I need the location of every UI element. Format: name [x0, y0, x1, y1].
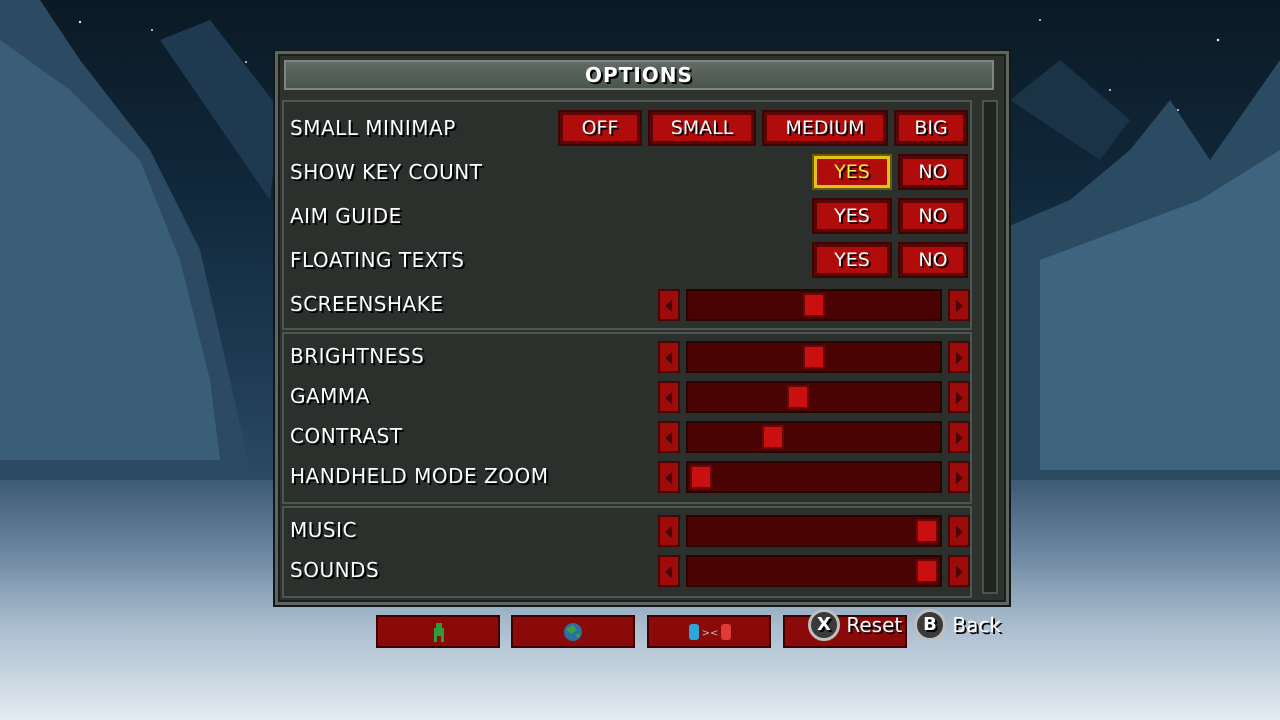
floating-no-button[interactable]: NO: [898, 242, 968, 278]
svg-text:><: ><: [702, 628, 719, 639]
back-label: Back: [952, 613, 1001, 637]
increase-arrow-icon[interactable]: [948, 461, 970, 493]
sounds-row: SOUNDS: [284, 552, 970, 588]
slider-track[interactable]: [686, 381, 942, 413]
slider-track[interactable]: [686, 289, 942, 321]
player-icon: [434, 623, 444, 642]
contrast-row: CONTRAST: [284, 418, 970, 454]
back-hint[interactable]: B Back: [914, 609, 1001, 641]
contrast-slider[interactable]: [658, 421, 970, 453]
slider-knob[interactable]: [690, 465, 712, 489]
gamma-row: GAMMA: [284, 378, 970, 414]
controller-icon: ><: [689, 624, 731, 640]
slider-track[interactable]: [686, 555, 942, 587]
options-title: OPTIONS: [284, 60, 994, 90]
decrease-arrow-icon[interactable]: [658, 421, 680, 453]
floating-label: FLOATING TEXTS: [290, 248, 465, 272]
floating-row: FLOATING TEXTS YES NO: [284, 242, 970, 278]
minimap-small-button[interactable]: SMALL: [648, 110, 756, 146]
slider-track[interactable]: [686, 341, 942, 373]
brightness-slider[interactable]: [658, 341, 970, 373]
gamma-slider[interactable]: [658, 381, 970, 413]
contrast-label: CONTRAST: [290, 424, 403, 448]
aim-yes-button[interactable]: YES: [812, 198, 892, 234]
b-button-icon: B: [914, 609, 946, 641]
decrease-arrow-icon[interactable]: [658, 461, 680, 493]
decrease-arrow-icon[interactable]: [658, 515, 680, 547]
tab-player[interactable]: [376, 615, 500, 648]
zoom-row: HANDHELD MODE ZOOM: [284, 458, 970, 494]
zoom-label: HANDHELD MODE ZOOM: [290, 464, 549, 488]
increase-arrow-icon[interactable]: [948, 381, 970, 413]
zoom-slider[interactable]: [658, 461, 970, 493]
minimap-medium-button[interactable]: MEDIUM: [762, 110, 888, 146]
slider-knob[interactable]: [787, 385, 810, 409]
tab-controls[interactable]: ><: [647, 615, 771, 648]
brightness-label: BRIGHTNESS: [290, 344, 425, 368]
reset-label: Reset: [846, 613, 903, 637]
display-section: BRIGHTNESS GAMMA CONTRAST HANDHELD MODE …: [282, 332, 972, 504]
reset-hint[interactable]: X Reset: [808, 609, 902, 641]
options-panel: OPTIONS SMALL MINIMAP OFF SMALL MEDIUM B…: [275, 51, 1009, 605]
screenshake-slider[interactable]: [658, 289, 970, 321]
minimap-label: SMALL MINIMAP: [290, 116, 456, 140]
sounds-slider[interactable]: [658, 555, 970, 587]
scrollbar[interactable]: [982, 100, 998, 594]
minimap-big-button[interactable]: BIG: [894, 110, 968, 146]
sounds-label: SOUNDS: [290, 558, 380, 582]
slider-track[interactable]: [686, 421, 942, 453]
x-button-icon: X: [808, 609, 840, 641]
music-row: MUSIC: [284, 512, 970, 548]
slider-knob[interactable]: [762, 425, 785, 449]
keycount-no-button[interactable]: NO: [898, 154, 968, 190]
decrease-arrow-icon[interactable]: [658, 555, 680, 587]
decrease-arrow-icon[interactable]: [658, 341, 680, 373]
keycount-label: SHOW KEY COUNT: [290, 160, 483, 184]
slider-knob[interactable]: [916, 559, 938, 583]
decrease-arrow-icon[interactable]: [658, 381, 680, 413]
decrease-arrow-icon[interactable]: [658, 289, 680, 321]
increase-arrow-icon[interactable]: [948, 555, 970, 587]
screenshake-label: SCREENSHAKE: [290, 292, 444, 316]
aim-no-button[interactable]: NO: [898, 198, 968, 234]
slider-knob[interactable]: [803, 345, 825, 369]
keycount-yes-button[interactable]: YES: [812, 154, 892, 190]
floating-yes-button[interactable]: YES: [812, 242, 892, 278]
tab-world[interactable]: [511, 615, 635, 648]
slider-track[interactable]: [686, 515, 942, 547]
aim-label: AIM GUIDE: [290, 204, 402, 228]
keycount-row: SHOW KEY COUNT YES NO: [284, 154, 970, 190]
slider-knob[interactable]: [803, 293, 825, 317]
aim-row: AIM GUIDE YES NO: [284, 198, 970, 234]
slider-knob[interactable]: [916, 519, 938, 543]
minimap-row: SMALL MINIMAP OFF SMALL MEDIUM BIG: [284, 110, 970, 146]
minimap-off-button[interactable]: OFF: [558, 110, 642, 146]
audio-section: MUSIC SOUNDS: [282, 506, 972, 598]
music-slider[interactable]: [658, 515, 970, 547]
globe-icon: [564, 623, 582, 641]
gamma-label: GAMMA: [290, 384, 370, 408]
increase-arrow-icon[interactable]: [948, 289, 970, 321]
screenshake-row: SCREENSHAKE: [284, 286, 970, 322]
increase-arrow-icon[interactable]: [948, 515, 970, 547]
increase-arrow-icon[interactable]: [948, 341, 970, 373]
increase-arrow-icon[interactable]: [948, 421, 970, 453]
slider-track[interactable]: [686, 461, 942, 493]
brightness-row: BRIGHTNESS: [284, 338, 970, 374]
gameplay-section: SMALL MINIMAP OFF SMALL MEDIUM BIG SHOW …: [282, 100, 972, 330]
music-label: MUSIC: [290, 518, 357, 542]
